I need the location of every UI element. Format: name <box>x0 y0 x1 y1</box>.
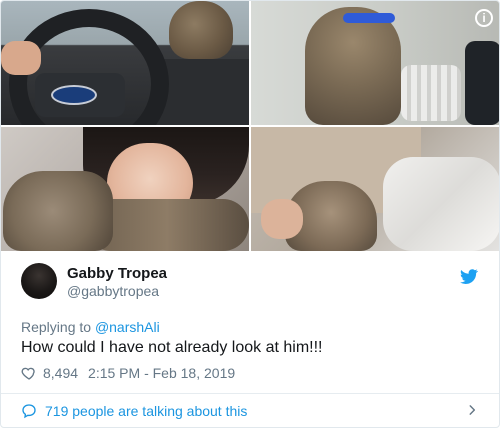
embedded-tweet-card: i Gabby Tropea @gabbytropea Replying to … <box>0 0 500 428</box>
cat <box>305 7 401 125</box>
chair <box>401 65 461 121</box>
replying-to-handle-link[interactable]: @narshAli <box>95 319 160 335</box>
cat <box>3 171 113 251</box>
tweet-text: How could I have not already look at him… <box>21 339 323 356</box>
conversation-link[interactable]: 719 people are talking about this <box>21 403 247 419</box>
divider <box>1 393 499 394</box>
twitter-bird-icon[interactable] <box>459 267 479 285</box>
chevron-right-icon[interactable] <box>465 403 479 417</box>
user-handle[interactable]: @gabbytropea <box>67 283 159 299</box>
hand <box>261 199 303 239</box>
likes[interactable]: 8,494 <box>21 365 78 381</box>
replying-to-prefix: Replying to <box>21 319 92 335</box>
cat-collar <box>343 13 395 23</box>
avatar[interactable] <box>21 263 57 299</box>
heart-icon[interactable] <box>21 365 37 381</box>
cat <box>169 1 233 59</box>
display-name[interactable]: Gabby Tropea <box>67 265 167 282</box>
tweet-meta: 8,494 2:15 PM - Feb 18, 2019 <box>21 365 235 381</box>
hand-on-wheel <box>1 41 41 75</box>
blanket <box>383 157 499 251</box>
info-icon-glyph: i <box>482 11 486 25</box>
like-count: 8,494 <box>43 365 79 381</box>
photo-cat-with-collar[interactable]: i <box>251 1 499 125</box>
tweet-header: Gabby Tropea @gabbytropea <box>21 263 481 315</box>
person-leg <box>465 41 499 125</box>
photo-grid: i <box>1 1 499 251</box>
tweet-timestamp[interactable]: 2:15 PM - Feb 18, 2019 <box>88 365 235 381</box>
info-icon[interactable]: i <box>475 9 493 27</box>
ford-logo <box>51 85 97 105</box>
photo-cat-being-pet[interactable] <box>251 127 499 251</box>
photo-cat-on-dashboard[interactable] <box>1 1 249 125</box>
replying-to: Replying to @narshAli <box>21 319 160 335</box>
conversation-link-text[interactable]: 719 people are talking about this <box>45 403 247 419</box>
photo-girl-with-cat[interactable] <box>1 127 249 251</box>
speech-bubble-icon <box>22 404 36 419</box>
